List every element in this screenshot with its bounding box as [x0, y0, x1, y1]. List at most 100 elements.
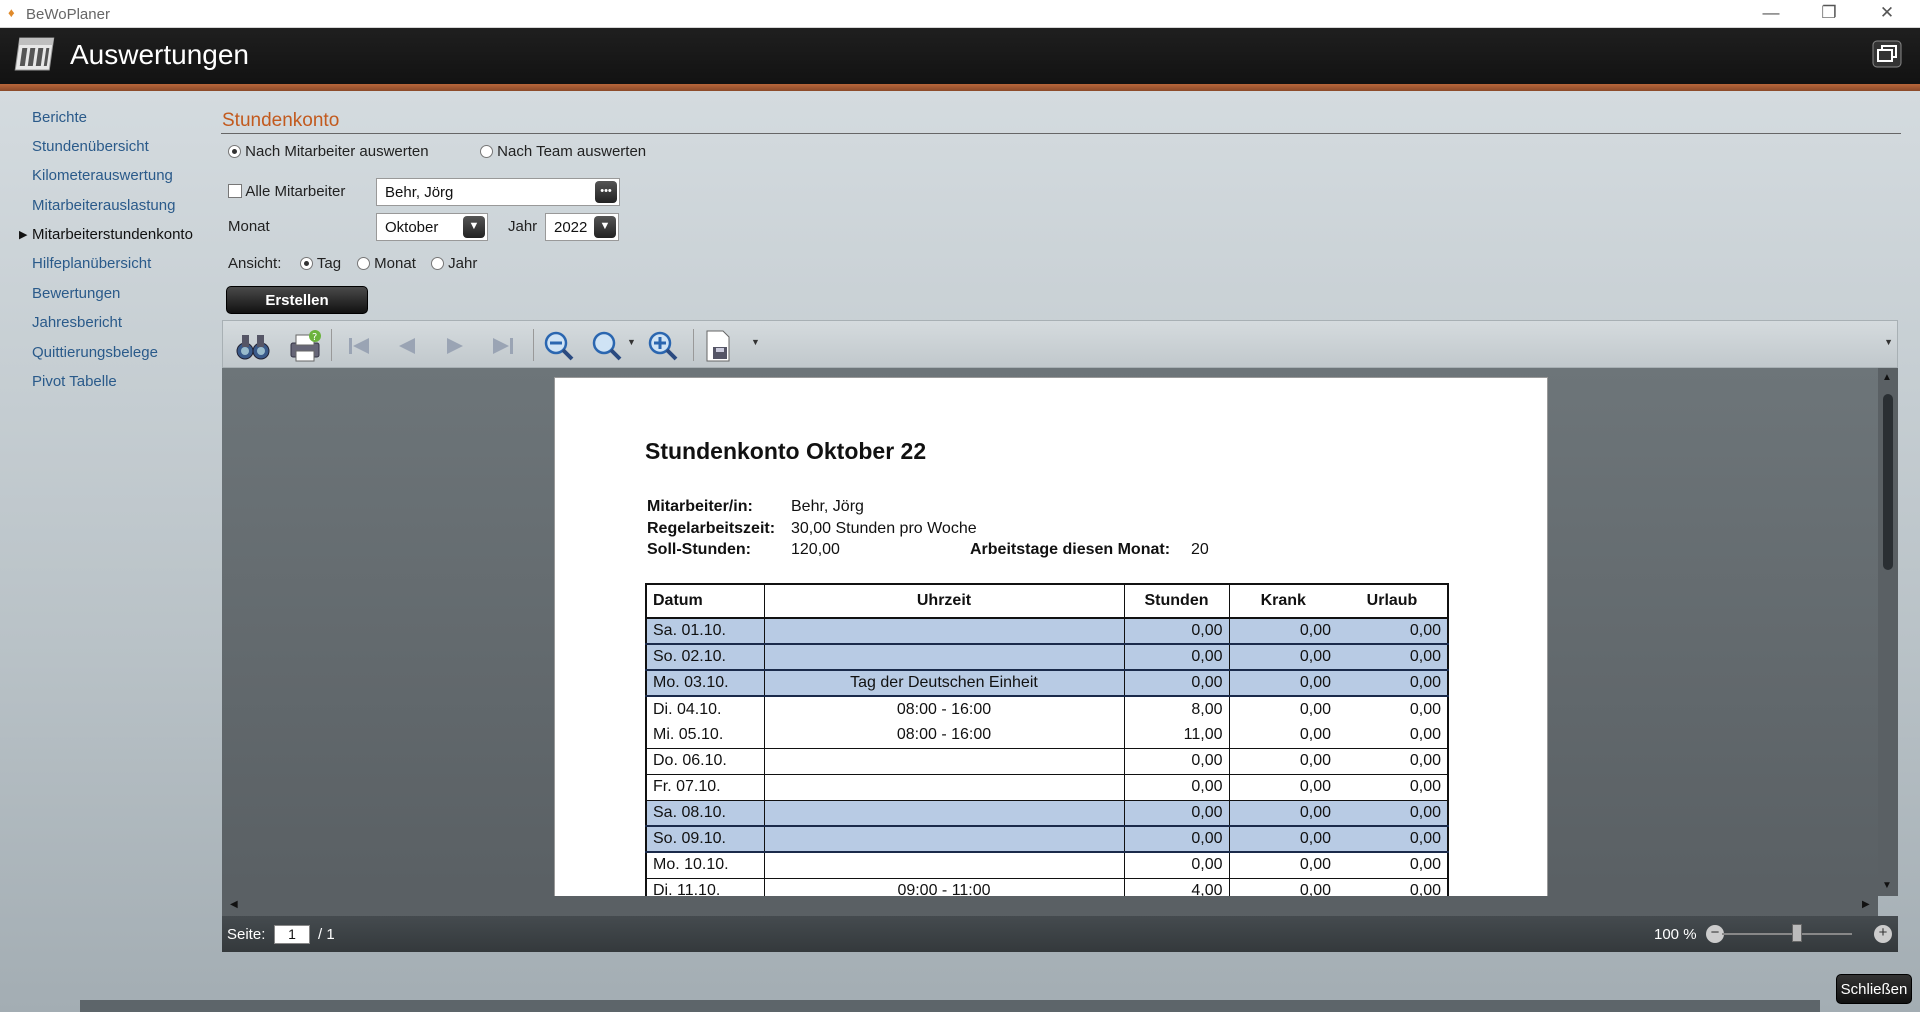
table-row: Mi. 05.10. 08:00 - 16:00 11,00 0,00 0,00: [645, 722, 1449, 749]
cell-date: Sa. 01.10.: [645, 618, 765, 645]
next-page-icon[interactable]: [437, 329, 473, 363]
page-title: Auswertungen: [70, 39, 250, 70]
radio-view-day[interactable]: Tag: [300, 255, 341, 272]
target-hours-value: 120,00: [791, 541, 840, 558]
month-select[interactable]: Oktober ▼: [376, 213, 488, 241]
cell-sick: 0,00: [1229, 670, 1337, 697]
window-titlebar: ♦ BeWoPlaner — ❐ ✕: [0, 0, 1920, 28]
vertical-scrollbar[interactable]: ▲ ▼: [1878, 368, 1898, 896]
radio-button-checked[interactable]: [300, 257, 313, 270]
column-header-vacation: Urlaub: [1337, 583, 1449, 619]
sidebar-item-mitarbeiterstundenkonto[interactable]: ▶ Mitarbeiterstundenkonto: [19, 226, 193, 243]
prev-page-icon[interactable]: [389, 329, 425, 363]
zoom-slider-thumb[interactable]: [1792, 924, 1802, 942]
radio-by-employee[interactable]: Nach Mitarbeiter auswerten: [228, 143, 429, 160]
cell-time: [764, 800, 1125, 827]
radio-button-checked[interactable]: [228, 145, 241, 158]
cell-hours: 0,00: [1124, 670, 1230, 697]
table-row: So. 02.10. 0,00 0,00 0,00: [645, 644, 1449, 671]
cell-sick: 0,00: [1229, 774, 1337, 801]
first-page-icon[interactable]: [341, 329, 377, 363]
column-header-date: Datum: [645, 583, 765, 619]
all-employees-checkbox[interactable]: Alle Mitarbeiter: [228, 183, 345, 200]
scroll-down-icon[interactable]: ▼: [1882, 880, 1892, 891]
cell-vacation: 0,00: [1337, 618, 1449, 645]
window-title: BeWoPlaner: [26, 6, 110, 23]
horizontal-scrollbar[interactable]: ◀ ▶: [222, 896, 1878, 916]
cell-time: [764, 748, 1125, 775]
cell-date: Di. 04.10.: [645, 696, 765, 722]
scroll-left-icon[interactable]: ◀: [230, 899, 238, 910]
close-window-icon[interactable]: ✕: [1858, 0, 1916, 28]
radio-button[interactable]: [357, 257, 370, 270]
cell-sick: 0,00: [1229, 800, 1337, 827]
zoom-out-icon[interactable]: [541, 329, 577, 363]
cell-time: [764, 852, 1125, 879]
cell-hours: 0,00: [1124, 800, 1230, 827]
cell-vacation: 0,00: [1337, 852, 1449, 879]
sidebar-item-hilfeplanuebersicht[interactable]: Hilfeplanübersicht: [32, 255, 151, 272]
sidebar-item-bewertungen[interactable]: Bewertungen: [32, 285, 120, 302]
scrollbar-thumb[interactable]: [1883, 394, 1893, 570]
zoom-plus-icon[interactable]: +: [1874, 925, 1892, 943]
minimize-icon[interactable]: —: [1742, 0, 1800, 28]
binoculars-icon[interactable]: [235, 329, 271, 363]
sidebar-item-quittierungsbelege[interactable]: Quittierungsbelege: [32, 344, 158, 361]
chevron-down-icon[interactable]: ▼: [594, 216, 616, 238]
workdays-value: 20: [1191, 541, 1209, 558]
sidebar-item-mitarbeiterauslastung[interactable]: Mitarbeiterauslastung: [32, 197, 175, 214]
radio-button[interactable]: [480, 145, 493, 158]
table-row: Sa. 01.10. 0,00 0,00 0,00: [645, 618, 1449, 645]
cell-date: Mo. 10.10.: [645, 852, 765, 879]
zoom-in-icon[interactable]: [645, 329, 681, 363]
column-header-time: Uhrzeit: [764, 583, 1125, 619]
cell-time: [764, 618, 1125, 645]
export-icon[interactable]: [701, 329, 737, 363]
maximize-icon[interactable]: ❐: [1800, 0, 1858, 28]
month-label: Monat: [228, 218, 270, 235]
regular-hours-label: Regelarbeitszeit:: [647, 520, 776, 537]
cell-time: [764, 644, 1125, 671]
print-icon[interactable]: ?: [287, 329, 323, 363]
window-restore-icon[interactable]: [1872, 40, 1902, 68]
radio-view-year[interactable]: Jahr: [431, 255, 477, 272]
sidebar-item-kilometerauswertung[interactable]: Kilometerauswertung: [32, 167, 173, 184]
close-button[interactable]: Schließen: [1836, 974, 1912, 1004]
cell-hours: 0,00: [1124, 618, 1230, 645]
last-page-icon[interactable]: [485, 329, 521, 363]
cell-time: 08:00 - 16:00: [764, 696, 1125, 722]
report-title: Stundenkonto Oktober 22: [645, 438, 927, 464]
page-total: / 1: [318, 926, 335, 943]
more-options-icon[interactable]: •••: [595, 181, 617, 203]
sidebar-item-pivot-tabelle[interactable]: Pivot Tabelle: [32, 373, 117, 390]
create-button[interactable]: Erstellen: [226, 286, 368, 314]
chevron-down-icon[interactable]: ▼: [463, 216, 485, 238]
employee-value: Behr, Jörg: [791, 498, 864, 515]
employee-field[interactable]: Behr, Jörg •••: [376, 178, 620, 206]
radio-by-team[interactable]: Nach Team auswerten: [480, 143, 646, 160]
sidebar-item-berichte[interactable]: Berichte: [32, 109, 87, 126]
view-label: Ansicht:: [228, 255, 282, 272]
radio-button[interactable]: [431, 257, 444, 270]
cell-sick: 0,00: [1229, 644, 1337, 671]
report-page: Stundenkonto Oktober 22 Mitarbeiter/in: …: [554, 377, 1548, 916]
page-number-input[interactable]: 1: [274, 925, 310, 944]
zoom-icon[interactable]: [589, 329, 625, 363]
scroll-right-icon[interactable]: ▶: [1862, 899, 1870, 910]
zoom-level: 100 %: [1654, 926, 1697, 943]
section-title: Stundenkonto: [222, 110, 340, 131]
sidebar-item-stundenuebersicht[interactable]: Stundenübersicht: [32, 138, 149, 155]
year-select[interactable]: 2022 ▼: [545, 213, 619, 241]
table-row: Sa. 08.10. 0,00 0,00 0,00: [645, 800, 1449, 827]
column-header-sick: Krank: [1229, 583, 1337, 619]
sidebar-item-jahresbericht[interactable]: Jahresbericht: [32, 314, 122, 331]
chevron-down-icon[interactable]: ▼: [627, 337, 636, 347]
checkbox[interactable]: [228, 184, 242, 198]
cell-vacation: 0,00: [1337, 774, 1449, 801]
zoom-slider-track[interactable]: [1722, 933, 1852, 935]
cell-hours: 0,00: [1124, 644, 1230, 671]
toolbar-overflow-icon[interactable]: ▼: [1884, 337, 1893, 347]
radio-view-month[interactable]: Monat: [357, 255, 416, 272]
scroll-up-icon[interactable]: ▲: [1882, 372, 1892, 383]
chevron-down-icon[interactable]: ▼: [751, 337, 760, 347]
